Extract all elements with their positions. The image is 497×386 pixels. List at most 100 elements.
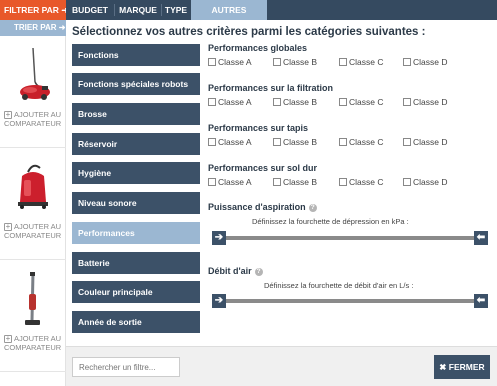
checkbox[interactable] [273,98,281,106]
product-card[interactable]: + AJOUTER AU COMPARATEUR [0,148,66,260]
category-batterie[interactable]: Batterie [72,252,200,274]
red-canister-vacuum-image[interactable] [8,46,58,104]
close-button[interactable]: ✖ FERMER [434,355,490,379]
range-title: Puissance d'aspiration? [208,202,317,212]
checkbox[interactable] [403,98,411,106]
checkbox-label: Classe A [218,97,252,107]
category-reservoir[interactable]: Réservoir [72,133,200,155]
arrow-right-icon: ➔ [214,295,224,306]
range-title: Débit d'air? [208,266,263,276]
checkbox-classe-a[interactable]: Classe A [208,97,252,107]
category-fonctions[interactable]: Fonctions [72,44,200,66]
checkbox-label: Classe C [349,97,384,107]
add-to-compare-link[interactable]: + AJOUTER AU COMPARATEUR [4,110,61,128]
checkbox[interactable] [339,138,347,146]
checkbox-classe-c[interactable]: Classe C [339,57,383,67]
product-card[interactable]: + AJOUTER AU COMPARATEUR [0,260,66,372]
category-fonctions-speciales-robots[interactable]: Fonctions spéciales robots [72,73,200,95]
category-performances[interactable]: Performances [72,222,200,244]
category-niveau-sonore[interactable]: Niveau sonore [72,192,200,214]
tab-type[interactable]: TYPE [162,0,190,20]
checkbox-classe-d[interactable]: Classe D [403,177,447,187]
checkbox-classe-d[interactable]: Classe D [403,57,447,67]
tab-marque[interactable]: MARQUE [115,0,161,20]
sort-by-tab[interactable]: TRIER PAR ➜ [0,20,66,36]
category-hygiene[interactable]: Hygiène [72,162,200,184]
filter-search-input[interactable] [72,357,180,377]
help-icon[interactable]: ? [308,204,317,212]
checkbox-label: Classe B [283,137,318,147]
red-drum-vacuum-image[interactable] [8,158,58,216]
checkbox-label: Classe C [349,57,384,67]
close-icon: ✖ [439,362,447,372]
tab-budget[interactable]: BUDGET [66,0,114,20]
checkbox-label: Classe C [349,137,384,147]
checkbox-classe-a[interactable]: Classe A [208,137,252,147]
checkbox[interactable] [403,178,411,186]
arrow-right-icon: ➔ [214,232,224,243]
add-to-compare-link[interactable]: + AJOUTER AU COMPARATEUR [4,222,61,240]
category-couleur-principale[interactable]: Couleur principale [72,281,200,303]
stick-vacuum-image[interactable] [8,270,58,328]
add-to-compare-label: AJOUTER AU [14,222,62,231]
checkbox[interactable] [208,178,216,186]
checkbox-label: Classe D [413,57,448,67]
category-annee-de-sortie[interactable]: Année de sortie [72,311,200,333]
checkbox[interactable] [273,178,281,186]
section-title: Performances sur sol dur [208,163,318,173]
range-max-handle[interactable]: ⬅ [474,231,488,245]
plus-icon: + [4,334,12,343]
checkbox[interactable] [339,178,347,186]
add-to-compare-label: AJOUTER AU [14,334,62,343]
checkbox[interactable] [208,138,216,146]
checkbox-classe-b[interactable]: Classe B [273,137,317,147]
product-card[interactable]: + AJOUTER AU COMPARATEUR [0,36,66,148]
sort-by-label: TRIER PAR [14,23,57,32]
range-track[interactable] [216,299,476,303]
checkbox[interactable] [273,138,281,146]
checkbox[interactable] [403,58,411,66]
range-max-handle[interactable]: ⬅ [474,294,488,308]
checkbox-classe-c[interactable]: Classe C [339,97,383,107]
section-title: Performances globales [208,43,308,53]
checkbox[interactable] [339,58,347,66]
checkbox[interactable] [403,138,411,146]
add-to-compare-link[interactable]: + AJOUTER AU COMPARATEUR [4,334,61,352]
checkbox-label: Classe B [283,97,318,107]
checkbox-classe-d[interactable]: Classe D [403,97,447,107]
checkbox-classe-b[interactable]: Classe B [273,177,317,187]
checkbox[interactable] [273,58,281,66]
filter-by-tab[interactable]: FILTRER PAR ➜ [0,0,68,20]
checkbox-label: Classe C [349,177,384,187]
tab-autres-criteres[interactable]: AUTRES CRITÈRES [191,0,267,35]
section-title: Performances sur la filtration [208,83,334,93]
range-description: Définissez la fourchette de débit d'air … [264,281,414,290]
plus-icon: + [4,222,12,231]
checkbox-classe-c[interactable]: Classe C [339,177,383,187]
checkbox-classe-d[interactable]: Classe D [403,137,447,147]
section-title: Performances sur tapis [208,123,309,133]
compare-label: COMPARATEUR [4,343,62,352]
checkbox-classe-b[interactable]: Classe B [273,97,317,107]
checkbox-label: Classe B [283,177,318,187]
panel-title: Sélectionnez vos autres critères parmi l… [72,26,426,38]
checkbox-classe-a[interactable]: Classe A [208,57,252,67]
range-min-handle[interactable]: ➔ [212,294,226,308]
checkbox[interactable] [208,58,216,66]
compare-label: COMPARATEUR [4,231,62,240]
checkbox-label: Classe A [218,57,252,67]
checkbox-classe-c[interactable]: Classe C [339,137,383,147]
range-min-handle[interactable]: ➔ [212,231,226,245]
checkbox[interactable] [339,98,347,106]
checkbox-classe-b[interactable]: Classe B [273,57,317,67]
add-to-compare-label: AJOUTER AU [14,110,62,119]
filter-by-label: FILTRER PAR [4,5,59,15]
category-brosse[interactable]: Brosse [72,103,200,125]
range-track[interactable] [216,236,476,240]
checkbox-label: Classe A [218,137,252,147]
plus-icon: + [4,110,12,119]
panel-footer: ✖ FERMER [66,346,497,386]
checkbox-classe-a[interactable]: Classe A [208,177,252,187]
checkbox[interactable] [208,98,216,106]
help-icon[interactable]: ? [254,268,263,276]
